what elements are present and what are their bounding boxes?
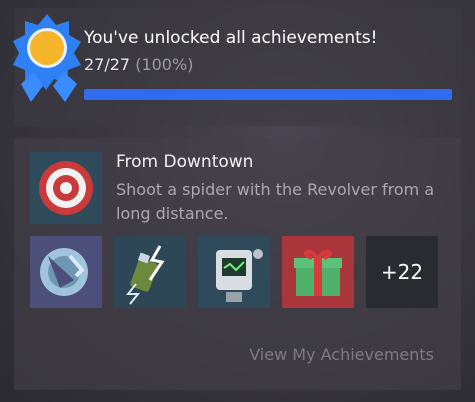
achievement-description: Shoot a spider with the Revolver from a … bbox=[116, 180, 435, 223]
achievement-count: 27/27 bbox=[84, 55, 131, 74]
robot-icon[interactable] bbox=[198, 236, 270, 308]
progress-bar bbox=[84, 89, 452, 100]
achievement-badge-icon bbox=[13, 14, 81, 102]
unlock-title: You've unlocked all achievements! bbox=[84, 28, 378, 48]
achievement-name: From Downtown bbox=[116, 152, 254, 172]
more-achievements-count[interactable]: +22 bbox=[366, 236, 438, 308]
broken-shield-icon[interactable] bbox=[30, 236, 102, 308]
lightning-battery-icon[interactable] bbox=[114, 236, 186, 308]
gift-icon[interactable] bbox=[282, 236, 354, 308]
view-my-achievements-link[interactable]: View My Achievements bbox=[249, 345, 434, 364]
progress-text: 27/27 (100%) bbox=[84, 55, 193, 74]
progress-bar-fill bbox=[84, 89, 452, 100]
target-icon[interactable] bbox=[30, 152, 102, 224]
achievement-percent: (100%) bbox=[135, 55, 194, 74]
